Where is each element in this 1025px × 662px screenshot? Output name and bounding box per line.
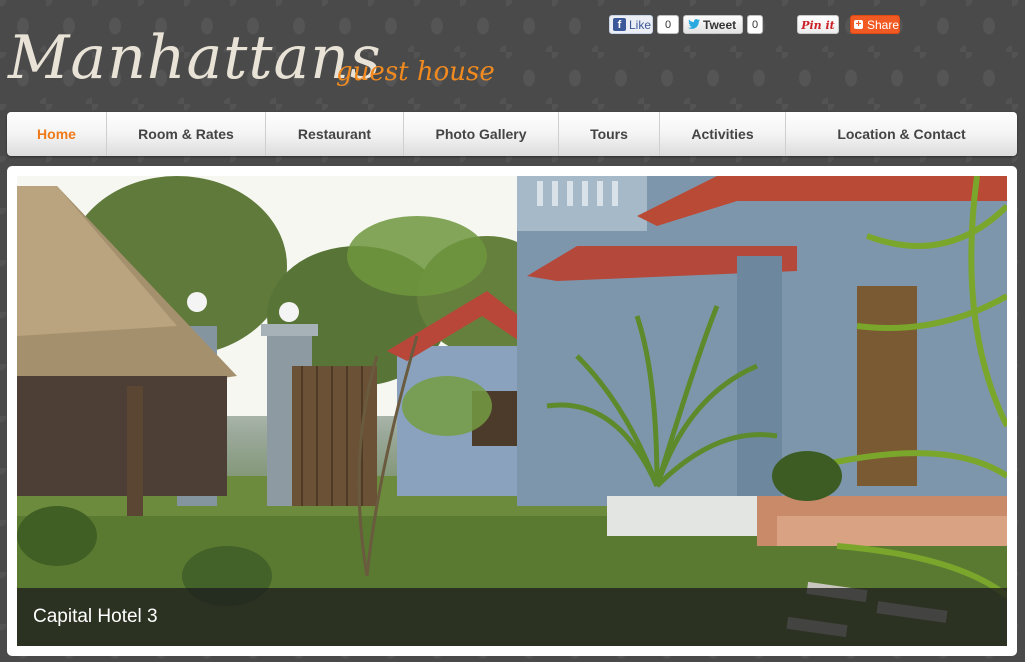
nav-item-photo-gallery[interactable]: Photo Gallery: [404, 112, 559, 156]
logo-subtitle: guest house: [336, 57, 495, 87]
plus-icon: +: [854, 19, 863, 30]
share-label: Share: [867, 18, 900, 32]
facebook-icon: f: [613, 18, 626, 31]
guesthouse-garden-photo: [17, 176, 1007, 646]
nav-item-activities[interactable]: Activities: [660, 112, 786, 156]
twitter-tweet-count: 0: [747, 15, 763, 34]
logo-title: Manhattans: [8, 23, 382, 93]
facebook-like-label: Like: [629, 18, 652, 32]
facebook-like-count: 0: [657, 15, 679, 34]
nav-item-room-rates[interactable]: Room & Rates: [107, 112, 266, 156]
share-button[interactable]: + Share: [850, 15, 900, 34]
pinterest-pin-button[interactable]: Pin it: [797, 15, 839, 34]
nav-item-location-contact[interactable]: Location & Contact: [786, 112, 1017, 156]
slide-caption: Capital Hotel 3: [33, 606, 158, 627]
nav-item-tours[interactable]: Tours: [559, 112, 660, 156]
image-slider: Capital Hotel 3: [7, 166, 1017, 656]
main-navigation: Home Room & Rates Restaurant Photo Galle…: [7, 112, 1017, 156]
slide-caption-bar: Capital Hotel 3: [17, 588, 1007, 646]
twitter-tweet-button[interactable]: Tweet: [683, 15, 743, 34]
slide-photo[interactable]: Capital Hotel 3: [17, 176, 1007, 646]
facebook-like-button[interactable]: f Like: [609, 15, 653, 34]
twitter-bird-icon: [688, 19, 700, 29]
nav-item-restaurant[interactable]: Restaurant: [266, 112, 404, 156]
nav-item-home[interactable]: Home: [7, 112, 107, 156]
twitter-tweet-label: Tweet: [703, 18, 737, 32]
